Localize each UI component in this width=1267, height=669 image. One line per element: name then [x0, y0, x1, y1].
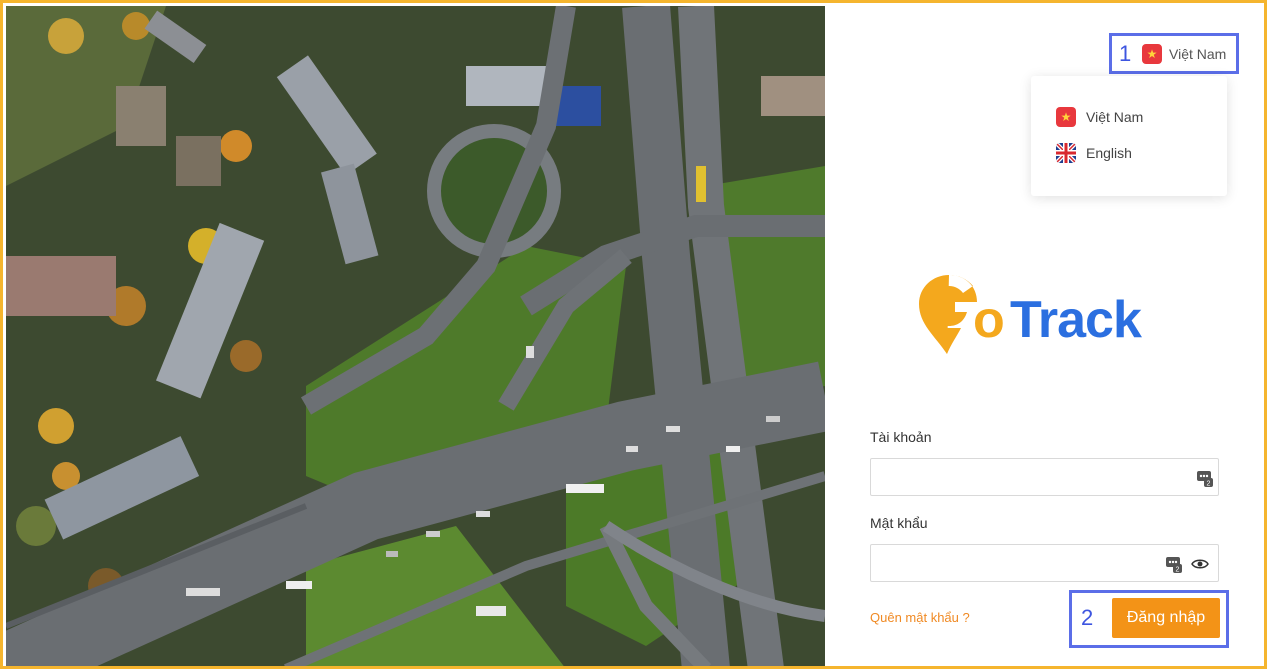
vietnam-flag-icon — [1056, 107, 1076, 127]
language-dropdown: Việt Nam English — [1031, 76, 1227, 196]
username-input[interactable] — [881, 459, 1165, 495]
language-option-vietnam[interactable]: Việt Nam — [1056, 107, 1143, 127]
username-label: Tài khoản — [870, 429, 932, 445]
logo-text-go: o — [973, 291, 1005, 349]
hero-aerial-image — [6, 6, 825, 666]
password-label: Mật khẩu — [870, 515, 928, 531]
svg-text:2: 2 — [1176, 567, 1180, 574]
password-field-wrapper: 2 — [870, 544, 1219, 582]
uk-flag-icon — [1056, 143, 1076, 163]
login-button[interactable]: Đăng nhập — [1112, 598, 1220, 638]
password-input[interactable] — [881, 545, 1165, 581]
language-option-label: Việt Nam — [1086, 109, 1144, 125]
password-manager-icon[interactable]: 2 — [1197, 469, 1213, 488]
annotation-number-2: 2 — [1081, 605, 1094, 630]
logo-text-track: Track — [1010, 291, 1142, 349]
forgot-password-link[interactable]: Quên mật khẩu ? — [870, 610, 970, 625]
annotation-number-1: 1 — [1119, 41, 1132, 66]
username-field-wrapper: 2 — [870, 458, 1219, 496]
svg-text:2: 2 — [1207, 481, 1211, 488]
show-password-eye-icon[interactable] — [1191, 557, 1209, 571]
language-option-label: English — [1086, 145, 1132, 161]
password-manager-icon[interactable]: 2 — [1166, 555, 1182, 574]
language-option-english[interactable]: English — [1056, 143, 1132, 163]
